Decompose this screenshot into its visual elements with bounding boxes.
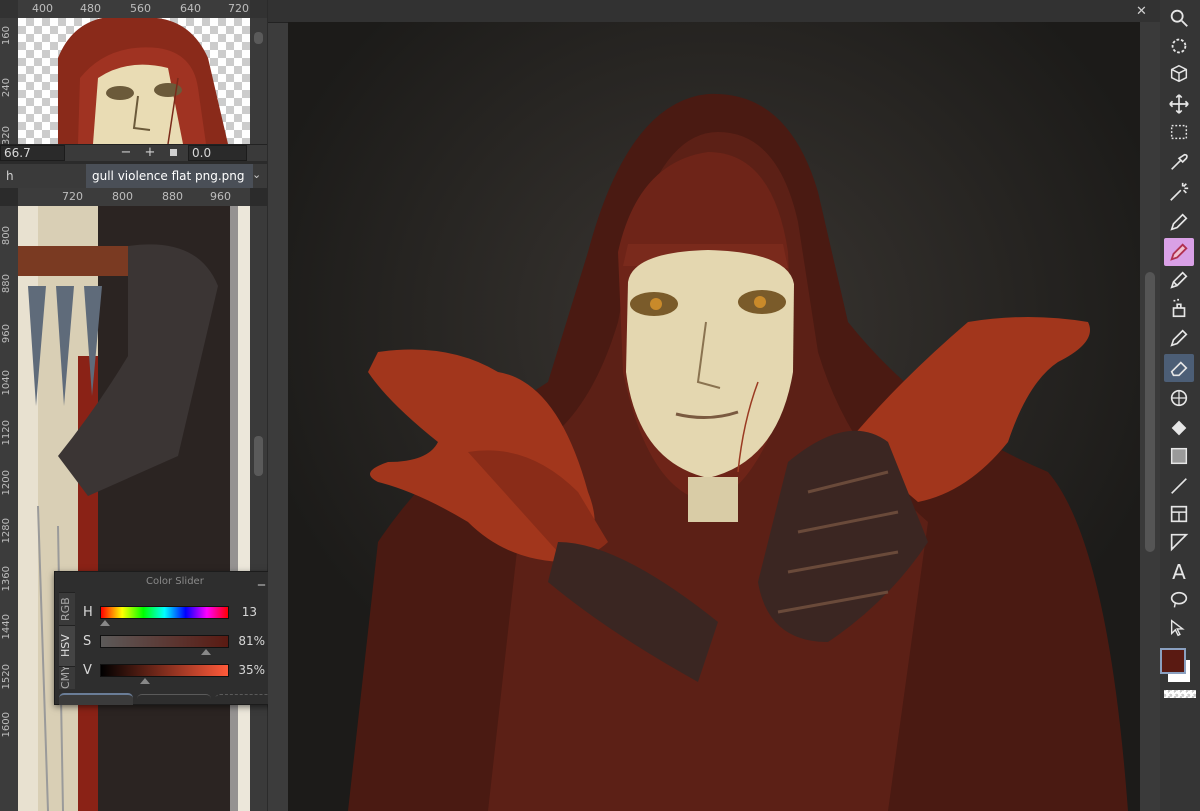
ruler-tick: 720 [228,2,249,15]
tool-palette: A [1160,0,1200,811]
fit-view-icon[interactable] [170,149,177,156]
palette-title: Color Slider [146,576,204,587]
hue-value[interactable]: 13 [235,605,257,619]
main-artwork [288,22,1140,811]
ruler-tick: 1200 [1,470,12,496]
tab-hsv[interactable]: HSV [59,625,75,666]
frame-icon[interactable] [1164,500,1194,528]
navigator-scrollbar[interactable] [250,18,267,144]
ruler-tick: 1520 [1,664,12,690]
tab-rgb[interactable]: RGB [59,592,75,625]
airbrush-icon[interactable] [1164,294,1194,322]
tab-other-document[interactable]: h [0,164,20,188]
eraser-icon[interactable] [1164,354,1194,382]
pencil-icon[interactable] [1164,266,1194,294]
navigator-ruler-vertical: 160 240 320 [0,18,19,144]
hue-label: H [83,605,93,620]
value-label: V [83,663,92,678]
zoom-field[interactable]: 66.7 [0,145,65,161]
move-icon[interactable] [1164,90,1194,118]
main-canvas-area: ✕ [268,0,1160,811]
ruler-tick: 880 [162,190,183,203]
navigator-ruler-horizontal: 400 480 560 640 720 [18,0,250,19]
ruler-tick: 480 [80,2,101,15]
ruler-tick: 720 [62,190,83,203]
subview-scrollbar[interactable] [250,206,267,811]
navigator-toolbar: 66.7 − + 0.0 [0,144,267,161]
chevron-down-icon[interactable]: ⌄ [252,168,261,181]
value-value[interactable]: 35% [227,663,265,677]
fill-icon[interactable] [1164,414,1194,442]
subview-tabbar: h gull violence flat png.png ⌄ [0,164,267,188]
ruler-tick: 800 [1,226,12,246]
saturation-slider-handle[interactable] [201,649,211,655]
line-icon[interactable] [1164,472,1194,500]
value-slider[interactable] [100,664,229,677]
canvas-scrollbar[interactable] [1140,22,1160,811]
navigator-preview[interactable] [18,18,250,144]
rect-select-icon[interactable] [1164,118,1194,146]
ruler-tick: 640 [180,2,201,15]
blend-icon[interactable] [1164,384,1194,412]
angle-field[interactable]: 0.0 [188,145,247,161]
ruler-tick: 960 [1,324,12,344]
ruler-tick: 1120 [1,420,12,446]
tab-active-document[interactable]: gull violence flat png.png [86,164,253,188]
canvas-top-bar: ✕ [268,0,1160,23]
ruler-tick: 1600 [1,712,12,738]
ruler-tick: 1360 [1,566,12,592]
ruler-tick: 1280 [1,518,12,544]
ruler-tick: 800 [112,190,133,203]
navigator-artwork [58,18,228,144]
close-icon[interactable]: ✕ [1136,4,1147,19]
subview-canvas[interactable] [18,206,250,811]
ruler-tick: 880 [1,274,12,294]
3d-transform-icon[interactable] [1164,60,1194,88]
ruler-tick: 240 [1,78,12,98]
pen-icon[interactable] [1164,208,1194,236]
magic-wand-icon[interactable] [1164,178,1194,206]
saturation-label: S [83,634,92,649]
ruler-tick: 960 [210,190,231,203]
subview-artwork [18,206,250,811]
zoom-icon[interactable] [1164,4,1194,32]
ruler-tick: 1040 [1,370,12,396]
value-slider-handle[interactable] [140,678,150,684]
ruler-tick: 160 [1,26,12,46]
ruler-tick: 320 [1,126,12,144]
saturation-value[interactable]: 81% [227,634,265,648]
rotate-view-icon[interactable] [1164,32,1194,60]
foreground-color-swatch[interactable] [1160,648,1186,674]
lasso-icon[interactable] [1164,586,1194,614]
zoom-in-button[interactable]: + [142,145,158,160]
eyedropper-icon[interactable] [1164,148,1194,176]
palette-subtab-2[interactable] [137,694,211,704]
palette-titlebar[interactable]: Color Slider _ ✕ [55,570,294,590]
hue-slider-handle[interactable] [100,620,110,626]
hue-slider[interactable] [100,606,229,619]
gradient-icon[interactable] [1164,442,1194,470]
palette-subtab-1[interactable] [59,693,133,705]
tab-cmy[interactable]: CMY [59,666,75,689]
saturation-slider[interactable] [100,635,229,648]
ruler-tick: 1440 [1,614,12,640]
ruler-tick: 400 [32,2,53,15]
subview-ruler-horizontal: 720 800 880 960 [18,188,250,207]
object-select-icon[interactable] [1164,614,1194,642]
zoom-out-button[interactable]: − [118,145,134,160]
subview-ruler-vertical: 800 880 960 1040 1120 1200 1280 1360 144… [0,206,19,811]
ruler-tick: 560 [130,2,151,15]
artwork-canvas[interactable] [288,22,1140,811]
brush-preset-icon[interactable] [1164,238,1194,266]
ruler-icon[interactable] [1164,528,1194,556]
text-icon[interactable]: A [1164,558,1194,586]
navigator-panel: 400 480 560 640 720 160 240 320 66.7 − +… [0,0,267,161]
color-slider-palette: Color Slider _ ✕ RGB HSV CMY H 13 ▲▼ S 8… [54,570,295,705]
decoration-icon[interactable] [1164,324,1194,352]
minimize-icon[interactable]: _ [258,570,265,586]
transparent-color-swatch[interactable] [1164,690,1196,698]
